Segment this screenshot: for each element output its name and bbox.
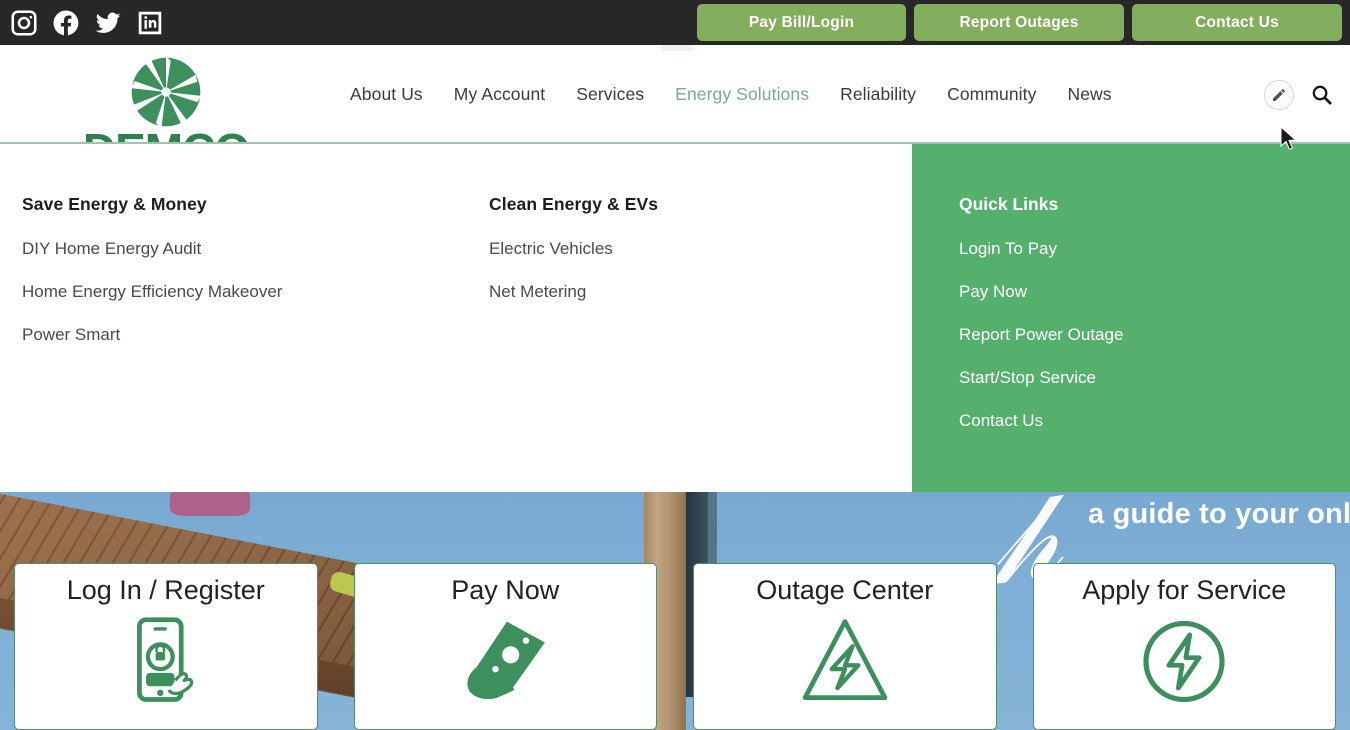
twitter-icon[interactable] xyxy=(93,8,123,38)
dropdown-link-net-metering[interactable]: Net Metering xyxy=(489,282,658,302)
demco-starburst-icon xyxy=(130,56,202,128)
phone-login-icon xyxy=(116,614,216,709)
dropdown-link-power-smart[interactable]: Power Smart xyxy=(22,325,282,345)
site-header: DEMCO About Us My Account Services Energ… xyxy=(0,45,1350,173)
pay-bill-login-button[interactable]: Pay Bill/Login xyxy=(697,4,906,41)
card-log-in-register[interactable]: Log In / Register xyxy=(14,563,318,730)
quick-link-login-to-pay[interactable]: Login To Pay xyxy=(959,239,1123,259)
quick-link-contact-us[interactable]: Contact Us xyxy=(959,411,1123,431)
instagram-icon[interactable] xyxy=(9,8,39,38)
bolt-circle-icon xyxy=(1134,614,1234,709)
quick-action-cards: Log In / Register Pay Now Outage Center … xyxy=(0,563,1350,730)
card-title: Log In / Register xyxy=(66,575,265,605)
quick-links-heading: Quick Links xyxy=(959,194,1059,214)
linkedin-icon[interactable] xyxy=(135,8,165,38)
quick-link-report-power-outage[interactable]: Report Power Outage xyxy=(959,325,1123,345)
quick-link-pay-now[interactable]: Pay Now xyxy=(959,282,1123,302)
nav-item-news[interactable]: News xyxy=(1067,84,1111,105)
hero-banner-text: a guide to your online e xyxy=(1088,498,1350,530)
warning-bolt-icon xyxy=(795,614,895,709)
main-navigation: About Us My Account Services Energy Solu… xyxy=(350,45,1112,144)
quick-links-panel: Quick Links Login To Pay Pay Now Report … xyxy=(912,144,1350,492)
quick-link-start-stop-service[interactable]: Start/Stop Service xyxy=(959,368,1123,388)
dropdown-column-save-energy: Save Energy & Money DIY Home Energy Audi… xyxy=(22,194,282,368)
nav-item-community[interactable]: Community xyxy=(947,84,1036,105)
top-utility-bar: Pay Bill/Login Report Outages Contact Us xyxy=(0,0,1350,45)
dropdown-column-clean-energy: Clean Energy & EVs Electric Vehicles Net… xyxy=(489,194,658,325)
card-title: Apply for Service xyxy=(1082,575,1287,605)
nav-item-energy-solutions[interactable]: Energy Solutions xyxy=(675,84,809,105)
nav-item-services[interactable]: Services xyxy=(576,84,644,105)
card-title: Pay Now xyxy=(451,575,560,605)
card-pay-now[interactable]: Pay Now xyxy=(353,563,657,730)
card-outage-center[interactable]: Outage Center xyxy=(693,563,997,730)
contact-us-button[interactable]: Contact Us xyxy=(1132,4,1342,41)
top-action-buttons: Pay Bill/Login Report Outages Contact Us xyxy=(697,4,1342,41)
dropdown-heading: Save Energy & Money xyxy=(22,194,207,214)
report-outages-button[interactable]: Report Outages xyxy=(914,4,1124,41)
dropdown-link-home-energy-efficiency-makeover[interactable]: Home Energy Efficiency Makeover xyxy=(22,282,282,302)
card-title: Outage Center xyxy=(756,575,934,605)
dropdown-link-diy-home-energy-audit[interactable]: DIY Home Energy Audit xyxy=(22,239,282,259)
hero-roof-object xyxy=(170,492,250,516)
pencil-icon[interactable] xyxy=(1264,79,1294,110)
search-icon[interactable] xyxy=(1308,82,1334,108)
page-root: Pay Bill/Login Report Outages Contact Us xyxy=(0,0,1350,730)
social-links xyxy=(9,8,165,38)
facebook-icon[interactable] xyxy=(51,8,81,38)
hero-pole-marker xyxy=(661,45,693,51)
nav-item-my-account[interactable]: My Account xyxy=(454,84,545,105)
card-apply-for-service[interactable]: Apply for Service xyxy=(1032,563,1336,730)
dropdown-link-electric-vehicles[interactable]: Electric Vehicles xyxy=(489,239,658,259)
header-tools xyxy=(1264,45,1334,144)
hand-cash-icon xyxy=(455,614,555,709)
dropdown-heading: Clean Energy & EVs xyxy=(489,194,659,214)
energy-solutions-dropdown: Save Energy & Money DIY Home Energy Audi… xyxy=(0,144,1350,492)
nav-item-about-us[interactable]: About Us xyxy=(350,84,423,105)
nav-item-reliability[interactable]: Reliability xyxy=(840,84,916,105)
